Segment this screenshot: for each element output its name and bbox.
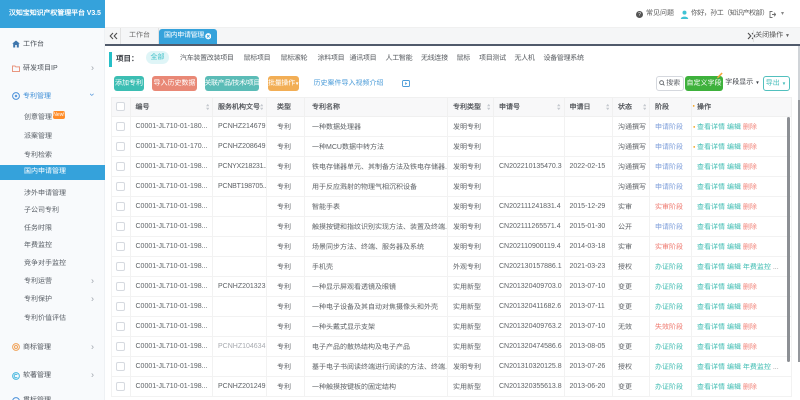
svg-text:?: ? [638,12,641,18]
